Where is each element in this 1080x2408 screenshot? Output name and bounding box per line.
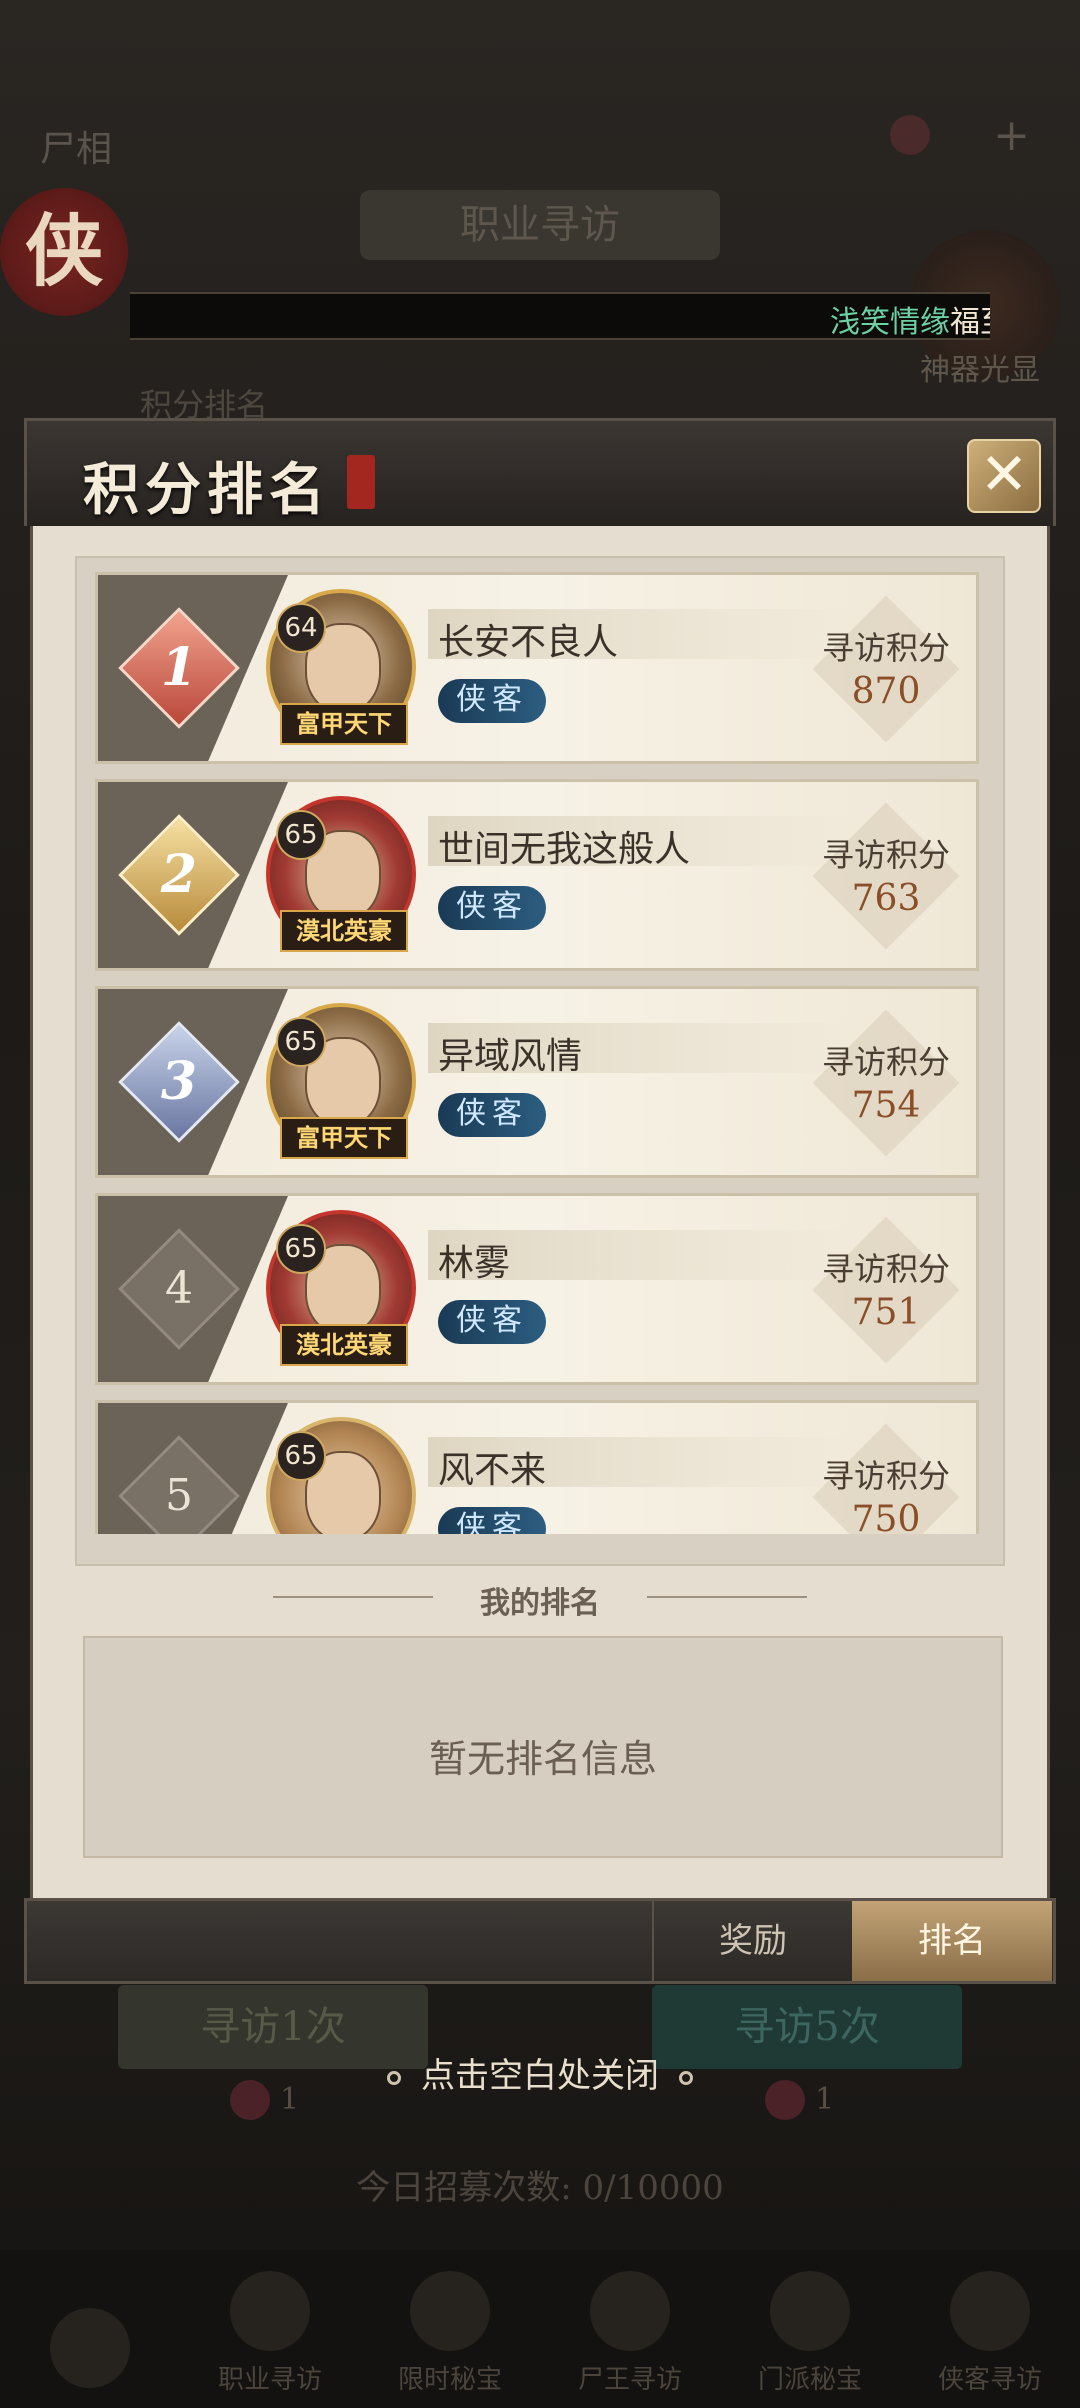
background-banner: 职业寻访 <box>360 190 720 260</box>
score-box: 寻访积分 763 <box>806 802 966 952</box>
marquee-message: 福至 <box>950 305 990 340</box>
title-plate: 漠北英豪 <box>280 910 408 952</box>
close-button[interactable]: ✕ <box>967 439 1041 513</box>
back-icon <box>50 2308 130 2388</box>
hint-dot-icon <box>679 2071 693 2085</box>
stamp-icon <box>347 455 375 509</box>
rank-number: 2 <box>160 844 198 905</box>
title-plate: 富甲天下 <box>280 1117 408 1159</box>
modal-title: 积分排名 <box>83 457 331 523</box>
role-tag: 侠客 <box>438 1507 546 1534</box>
ranking-row[interactable]: 1 64 富甲天下 长安不良人 侠客 寻访积分 870 <box>95 572 979 764</box>
currency-icon <box>890 115 930 155</box>
ranking-list-frame: 1 64 富甲天下 长安不良人 侠客 寻访积分 870 2 65 漠北英豪 世间… <box>75 556 1005 1566</box>
score-label: 寻访积分 <box>821 1457 950 1495</box>
nav-item-sect-treasure: 门派秘宝 <box>720 2250 900 2408</box>
player-name: 长安不良人 <box>438 622 619 663</box>
my-rank-title: 我的排名 <box>480 1586 600 1621</box>
role-tag: 侠客 <box>438 1093 546 1137</box>
nav-item-career-search: 职业寻访 <box>180 2250 360 2408</box>
rank-number: 5 <box>165 1470 193 1521</box>
marquee-player-name: 浅笑情缘 <box>830 305 950 340</box>
score-value: 763 <box>851 878 921 919</box>
score-box: 寻访积分 754 <box>806 1009 966 1159</box>
role-tag: 侠客 <box>438 1300 546 1344</box>
title-plate: 漠北英豪 <box>280 1324 408 1366</box>
score-value: 750 <box>851 1499 921 1534</box>
rank-number: 3 <box>160 1051 198 1112</box>
modal-header: 积分排名 ✕ <box>24 418 1056 526</box>
level-badge: 65 <box>276 1224 326 1274</box>
background-title: 尸相 <box>40 129 113 170</box>
score-value: 754 <box>851 1085 921 1126</box>
score-label: 寻访积分 <box>821 629 950 667</box>
daily-count: 今日招募次数: 0/10000 <box>356 2168 724 2208</box>
treasure-icon <box>410 2271 490 2351</box>
xia-seal-icon: 侠 <box>0 188 128 316</box>
close-hint-text: 点击空白处关闭 <box>421 2056 659 2096</box>
score-box: 寻访积分 750 <box>806 1423 966 1534</box>
bottom-nav: 职业寻访 限时秘宝 尸王寻访 门派秘宝 侠客寻访 <box>0 2250 1080 2408</box>
rank-number: 4 <box>165 1263 193 1314</box>
level-badge: 65 <box>276 1017 326 1067</box>
score-label: 寻访积分 <box>821 1250 950 1288</box>
add-icon: + <box>993 110 1030 161</box>
career-icon <box>230 2271 310 2351</box>
role-tag: 侠客 <box>438 679 546 723</box>
ranking-modal: 积分排名 ✕ 1 64 富甲天下 长安不良人 侠客 寻访积分 870 2 65 … <box>24 418 1056 1993</box>
ranking-row[interactable]: 4 65 漠北英豪 林雾 侠客 寻访积分 751 <box>95 1193 979 1385</box>
score-value: 870 <box>851 671 921 712</box>
ranking-list[interactable]: 1 64 富甲天下 长安不良人 侠客 寻访积分 870 2 65 漠北英豪 世间… <box>95 572 989 1534</box>
level-badge: 65 <box>276 810 326 860</box>
level-badge: 64 <box>276 603 326 653</box>
player-name: 林雾 <box>438 1243 511 1284</box>
divider <box>647 1596 807 1598</box>
hero-icon <box>950 2271 1030 2351</box>
role-tag: 侠客 <box>438 886 546 930</box>
rank-number: 1 <box>160 637 198 698</box>
close-hint[interactable]: 点击空白处关闭 <box>0 2048 1080 2097</box>
artifact-badge-label: 神器光显 <box>920 353 1040 388</box>
score-label: 寻访积分 <box>821 1043 950 1081</box>
nav-item-back <box>0 2250 180 2408</box>
ranking-row[interactable]: 2 65 漠北英豪 世间无我这般人 侠客 寻访积分 763 <box>95 779 979 971</box>
nav-item-corpse-king: 尸王寻访 <box>540 2250 720 2408</box>
score-box: 寻访积分 870 <box>806 595 966 745</box>
ranking-row[interactable]: 5 65 风不来 侠客 寻访积分 750 <box>95 1400 979 1534</box>
player-name: 异域风情 <box>438 1036 583 1077</box>
my-rank-box: 暂无排名信息 <box>83 1636 1003 1858</box>
nav-item-limited-treasure: 限时秘宝 <box>360 2250 540 2408</box>
tab-reward[interactable]: 奖励 <box>652 1901 852 1981</box>
modal-tabs: 奖励 排名 <box>24 1898 1056 1984</box>
close-icon: ✕ <box>979 440 1029 508</box>
player-name: 世间无我这般人 <box>438 829 691 870</box>
marquee-bar: 浅笑情缘 福至 <box>130 292 990 340</box>
nav-item-hero-search: 侠客寻访 <box>900 2250 1080 2408</box>
score-value: 751 <box>851 1292 921 1333</box>
modal-body: 1 64 富甲天下 长安不良人 侠客 寻访积分 870 2 65 漠北英豪 世间… <box>30 526 1050 1898</box>
score-label: 寻访积分 <box>821 836 950 874</box>
player-name: 风不来 <box>438 1450 547 1491</box>
corpse-king-icon <box>590 2271 670 2351</box>
sect-icon <box>770 2271 850 2351</box>
score-box: 寻访积分 751 <box>806 1216 966 1366</box>
hint-dot-icon <box>387 2071 401 2085</box>
level-badge: 65 <box>276 1431 326 1481</box>
my-rank-empty-text: 暂无排名信息 <box>428 1737 657 1781</box>
tab-ranking[interactable]: 排名 <box>852 1901 1052 1981</box>
ranking-row[interactable]: 3 65 富甲天下 异域风情 侠客 寻访积分 754 <box>95 986 979 1178</box>
title-plate: 富甲天下 <box>280 703 408 745</box>
